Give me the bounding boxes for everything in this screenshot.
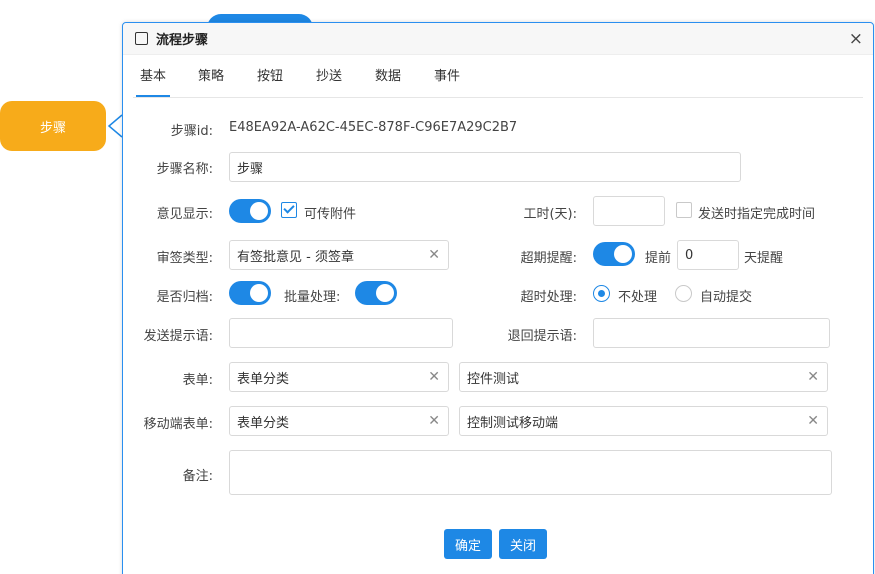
- dialog-header: 流程步骤 ×: [123, 23, 873, 55]
- tab-events[interactable]: 事件: [432, 65, 462, 97]
- step-name-input[interactable]: 步骤: [229, 152, 741, 182]
- mobile-form-label: 移动端表单:: [143, 417, 213, 432]
- step-id-label: 步骤id:: [170, 124, 213, 139]
- timeout-label: 超时处理:: [520, 290, 577, 305]
- timeout-option-auto-label: 自动提交: [700, 290, 753, 305]
- close-button[interactable]: 关闭: [499, 529, 547, 559]
- clear-icon[interactable]: ✕: [428, 369, 440, 385]
- clear-icon[interactable]: ✕: [807, 369, 819, 385]
- tab-basic[interactable]: 基本: [136, 65, 170, 97]
- tab-buttons[interactable]: 按钮: [255, 65, 285, 97]
- batch-toggle[interactable]: [355, 281, 397, 305]
- form-category-select[interactable]: 表单分类 ✕: [229, 362, 449, 392]
- send-tip-label: 发送提示语:: [143, 329, 213, 344]
- overdue-reminder-label: 超期提醒:: [520, 251, 577, 266]
- send-tip-input[interactable]: [229, 318, 453, 348]
- days-remind-label: 天提醒: [744, 251, 784, 266]
- form-label: 表单:: [182, 373, 213, 388]
- step-dialog: 流程步骤 × 基本 策略 按钮 抄送 数据 事件 步骤id: E48EA92A-…: [122, 22, 874, 574]
- flow-step-node-label: 步骤: [39, 120, 66, 136]
- opinion-display-toggle[interactable]: [229, 199, 271, 223]
- archive-toggle[interactable]: [229, 281, 271, 305]
- work-hours-label: 工时(天):: [523, 207, 577, 222]
- clear-icon[interactable]: ✕: [428, 413, 440, 429]
- form-category-value: 表单分类: [237, 371, 290, 387]
- return-tip-label: 退回提示语:: [507, 329, 577, 344]
- window-icon: [135, 32, 148, 45]
- tab-strategy[interactable]: 策略: [196, 65, 226, 97]
- flow-canvas: 步骤 流程步骤 × 基本 策略 按钮 抄送 数据 事件 步骤id: E48EA9…: [0, 0, 875, 574]
- attachments-checkbox[interactable]: [281, 202, 297, 218]
- mobile-form-value: 控制测试移动端: [467, 415, 559, 431]
- send-deadline-label: 发送时指定完成时间: [698, 207, 816, 222]
- overdue-reminder-toggle[interactable]: [593, 242, 635, 266]
- clear-icon[interactable]: ✕: [428, 247, 440, 263]
- step-name-label: 步骤名称:: [156, 162, 213, 177]
- attachments-label: 可传附件: [304, 207, 357, 222]
- mobile-form-category-select[interactable]: 表单分类 ✕: [229, 406, 449, 436]
- form-select[interactable]: 控件测试 ✕: [459, 362, 828, 392]
- sign-type-label: 审签类型:: [156, 251, 213, 266]
- close-icon[interactable]: ×: [849, 30, 863, 48]
- tab-cc[interactable]: 抄送: [314, 65, 344, 97]
- mobile-form-select[interactable]: 控制测试移动端 ✕: [459, 406, 828, 436]
- confirm-button[interactable]: 确定: [444, 529, 492, 559]
- form-value: 控件测试: [467, 371, 520, 387]
- batch-label: 批量处理:: [284, 290, 341, 305]
- return-tip-input[interactable]: [593, 318, 830, 348]
- opinion-display-label: 意见显示:: [156, 207, 213, 222]
- clear-icon[interactable]: ✕: [807, 413, 819, 429]
- tab-bar: 基本 策略 按钮 抄送 数据 事件: [133, 61, 863, 98]
- remark-label: 备注:: [182, 469, 213, 484]
- timeout-option-auto-radio[interactable]: [675, 285, 692, 302]
- tab-data[interactable]: 数据: [373, 65, 403, 97]
- remark-textarea[interactable]: [229, 450, 832, 495]
- work-hours-input[interactable]: [593, 196, 665, 226]
- mobile-form-category-value: 表单分类: [237, 415, 290, 431]
- timeout-option-none-radio[interactable]: [593, 285, 610, 302]
- send-deadline-checkbox[interactable]: [676, 202, 692, 218]
- archive-label: 是否归档:: [156, 290, 213, 305]
- sign-type-value: 有签批意见 - 须签章: [237, 249, 354, 265]
- dialog-title: 流程步骤: [156, 33, 209, 48]
- before-days-input[interactable]: 0: [677, 240, 739, 270]
- sign-type-select[interactable]: 有签批意见 - 须签章 ✕: [229, 240, 449, 270]
- flow-step-node[interactable]: 步骤: [0, 101, 106, 151]
- timeout-option-none-label: 不处理: [618, 290, 658, 305]
- before-label: 提前: [645, 251, 672, 266]
- step-id-value: E48EA92A-A62C-45EC-878F-C96E7A29C2B7: [229, 120, 518, 135]
